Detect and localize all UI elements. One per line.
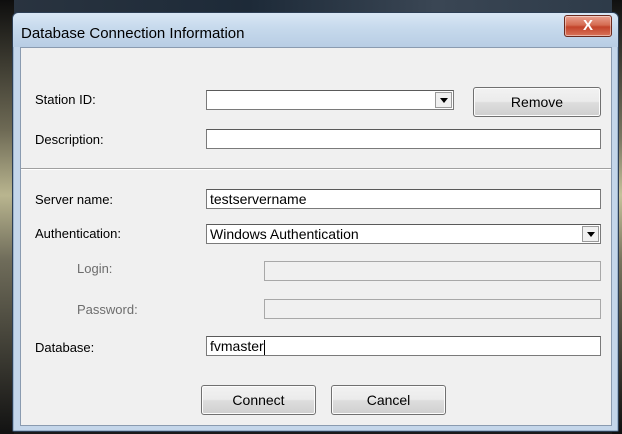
database-connection-dialog: Database Connection Information X Statio…: [12, 12, 619, 432]
description-label: Description:: [35, 132, 104, 147]
server-name-field[interactable]: testservername: [206, 189, 601, 209]
text-cursor: [263, 339, 265, 355]
cancel-button[interactable]: Cancel: [331, 385, 446, 415]
authentication-combobox[interactable]: Windows Authentication: [206, 224, 601, 244]
database-field[interactable]: fvmaster: [206, 336, 601, 356]
close-button[interactable]: X: [564, 15, 612, 37]
login-field[interactable]: [264, 261, 601, 281]
authentication-label: Authentication:: [35, 226, 122, 241]
station-id-combobox[interactable]: [206, 90, 454, 110]
close-icon: X: [582, 17, 593, 34]
server-name-label: Server name:: [35, 192, 114, 207]
login-label: Login:: [77, 261, 113, 276]
remove-button[interactable]: Remove: [473, 87, 601, 117]
dialog-client-area: Station ID: Remove Description: Server n…: [20, 47, 612, 426]
dialog-title: Database Connection Information: [21, 25, 245, 42]
database-value: fvmaster: [210, 338, 264, 354]
chevron-down-icon[interactable]: [582, 226, 599, 242]
chevron-down-icon[interactable]: [435, 92, 452, 108]
connect-button[interactable]: Connect: [201, 385, 316, 415]
dialog-titlebar[interactable]: Database Connection Information X: [13, 13, 618, 47]
password-field[interactable]: [264, 299, 601, 319]
password-label: Password:: [77, 302, 138, 317]
section-divider: [21, 168, 611, 170]
description-field[interactable]: [206, 129, 601, 149]
station-id-label: Station ID:: [35, 92, 96, 107]
database-label: Database:: [35, 340, 95, 355]
authentication-value: Windows Authentication: [210, 226, 359, 242]
